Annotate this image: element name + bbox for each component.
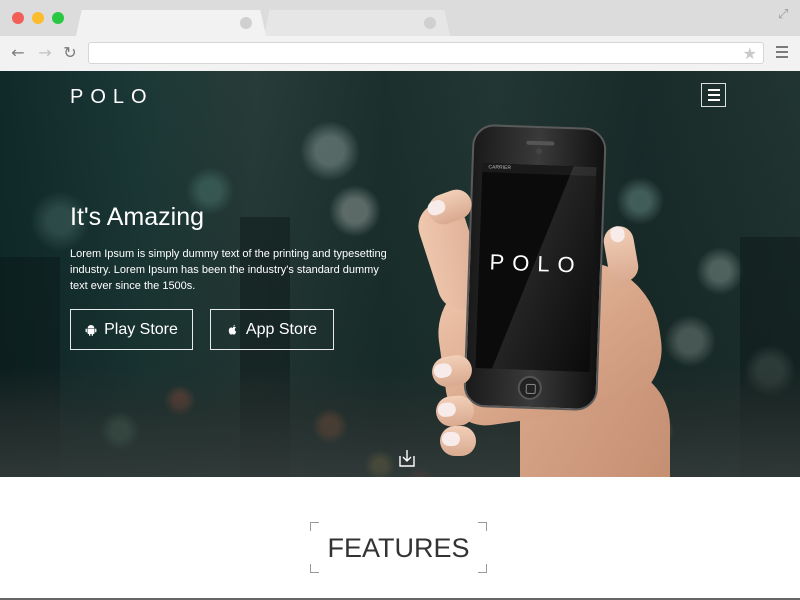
tab-close-icon[interactable]: [424, 17, 436, 29]
window-controls: [12, 12, 64, 24]
features-heading: FEATURES: [327, 533, 470, 563]
address-input[interactable]: [89, 43, 763, 63]
browser-chrome: ⤢ ← → ↻ ★: [0, 0, 800, 71]
bookmark-star-icon[interactable]: ★: [743, 44, 757, 63]
features-heading-frame: FEATURES: [310, 522, 487, 573]
play-store-label: Play Store: [104, 320, 178, 338]
android-icon: [85, 324, 97, 336]
tab-close-icon[interactable]: [240, 17, 252, 29]
back-arrow-icon[interactable]: ←: [9, 44, 27, 62]
browser-menu-icon[interactable]: [776, 46, 788, 58]
address-bar[interactable]: ★: [88, 42, 764, 64]
apple-icon: [228, 324, 237, 335]
hero-section: POLO It's Amazing Lorem Ipsum is simply …: [0, 71, 800, 477]
menu-toggle-button[interactable]: [701, 83, 726, 107]
hero-heading: It's Amazing: [70, 203, 204, 231]
reload-icon[interactable]: ↻: [61, 44, 79, 62]
browser-tab-active[interactable]: [76, 10, 266, 36]
app-store-button[interactable]: App Store: [210, 309, 334, 350]
forward-arrow-icon[interactable]: →: [36, 44, 54, 62]
close-window-button[interactable]: [12, 12, 24, 24]
phone-in-hand-image: CARRIER POLO: [412, 123, 680, 477]
browser-tab-inactive[interactable]: [264, 10, 450, 36]
fullscreen-icon[interactable]: ⤢: [778, 7, 792, 22]
maximize-window-button[interactable]: [52, 12, 64, 24]
hero-description: Lorem Ipsum is simply dummy text of the …: [70, 248, 387, 292]
features-section: FEATURES: [0, 477, 800, 600]
app-store-label: App Store: [245, 320, 318, 338]
play-store-button[interactable]: Play Store: [70, 309, 193, 350]
site-logo[interactable]: POLO: [70, 86, 154, 109]
phone-home-button: [517, 375, 543, 401]
phone-screen: CARRIER POLO: [475, 163, 597, 372]
scroll-down-icon[interactable]: [397, 448, 417, 468]
minimize-window-button[interactable]: [32, 12, 44, 24]
smartphone: CARRIER POLO: [463, 123, 607, 412]
